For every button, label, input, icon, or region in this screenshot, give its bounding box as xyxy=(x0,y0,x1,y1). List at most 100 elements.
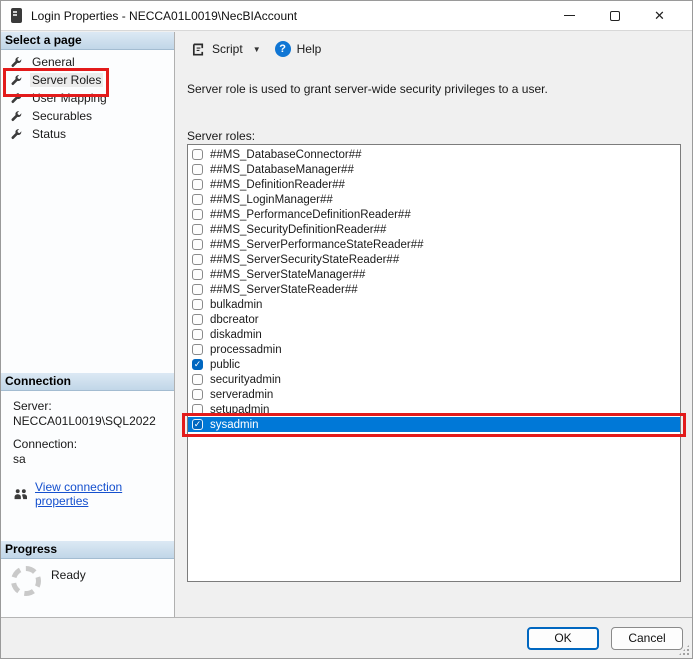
main-panel: Script ▼ ? Help Server role is used to g… xyxy=(175,32,692,617)
dialog-body: Select a page General Server Roles User xyxy=(1,32,692,617)
sidebar-page-label: User Mapping xyxy=(30,91,109,105)
role-label: setupadmin xyxy=(210,404,269,416)
check-icon: ✓ xyxy=(194,420,202,429)
help-label: Help xyxy=(297,42,322,56)
role-checkbox[interactable]: ✓ xyxy=(192,149,203,160)
sidebar-page-item[interactable]: Securables xyxy=(1,107,174,125)
wrench-icon xyxy=(10,56,23,69)
sidebar-page-label: General xyxy=(30,55,77,69)
connection-section: Connection Server: NECCA01L0019\SQL2022 … xyxy=(1,373,174,508)
maximize-button[interactable] xyxy=(592,2,637,30)
sidebar-page-label: Server Roles xyxy=(30,73,103,87)
login-properties-dialog: Login Properties - NECCA01L0019\NecBIAcc… xyxy=(0,0,693,659)
role-label: processadmin xyxy=(210,344,282,356)
chevron-down-icon[interactable]: ▼ xyxy=(253,45,261,54)
role-label: securityadmin xyxy=(210,374,281,386)
wrench-icon xyxy=(10,92,23,105)
page-description: Server role is used to grant server-wide… xyxy=(187,82,680,96)
server-role-row[interactable]: ✓ diskadmin xyxy=(188,327,680,342)
server-label: Server: xyxy=(13,399,174,413)
role-checkbox[interactable]: ✓ xyxy=(192,194,203,205)
sidebar-page-item[interactable]: Server Roles xyxy=(1,71,174,89)
sidebar-page-item[interactable]: User Mapping xyxy=(1,89,174,107)
window-controls: ✕ xyxy=(547,2,682,30)
role-checkbox[interactable]: ✓ xyxy=(192,224,203,235)
server-roles-label: Server roles: xyxy=(187,129,255,143)
role-label: public xyxy=(210,359,240,371)
view-connection-properties-link[interactable]: View connection properties xyxy=(35,480,174,508)
role-label: sysadmin xyxy=(210,419,259,431)
server-role-row[interactable]: ✓ ##MS_DatabaseManager## xyxy=(188,162,680,177)
progress-section: Progress Ready xyxy=(1,541,174,596)
server-role-row[interactable]: ✓ dbcreator xyxy=(188,312,680,327)
sidebar-page-label: Securables xyxy=(30,109,94,123)
role-label: ##MS_DatabaseManager## xyxy=(210,164,354,176)
wrench-icon xyxy=(10,110,23,123)
connection-label: Connection: xyxy=(13,437,174,451)
server-role-row[interactable]: ✓ ##MS_ServerPerformanceStateReader## xyxy=(188,237,680,252)
role-label: ##MS_SecurityDefinitionReader## xyxy=(210,224,386,236)
role-label: serveradmin xyxy=(210,389,273,401)
role-checkbox[interactable]: ✓ xyxy=(192,389,203,400)
server-role-row[interactable]: ✓ ##MS_DatabaseConnector## xyxy=(188,147,680,162)
role-checkbox[interactable]: ✓ xyxy=(192,314,203,325)
server-role-row[interactable]: ✓ securityadmin xyxy=(188,372,680,387)
server-role-row[interactable]: ✓ setupadmin xyxy=(188,402,680,417)
role-label: ##MS_ServerSecurityStateReader## xyxy=(210,254,399,266)
role-checkbox[interactable]: ✓ xyxy=(192,374,203,385)
close-button[interactable]: ✕ xyxy=(637,2,682,30)
role-checkbox[interactable]: ✓ xyxy=(192,404,203,415)
server-role-row[interactable]: ✓ ##MS_PerformanceDefinitionReader## xyxy=(188,207,680,222)
ok-button[interactable]: OK xyxy=(527,627,599,650)
server-role-row[interactable]: ✓ public xyxy=(188,357,680,372)
role-checkbox[interactable]: ✓ xyxy=(192,359,203,370)
server-role-row[interactable]: ✓ ##MS_ServerStateReader## xyxy=(188,282,680,297)
server-role-row[interactable]: ✓ ##MS_ServerStateManager## xyxy=(188,267,680,282)
server-role-row[interactable]: ✓ sysadmin xyxy=(188,417,680,432)
role-checkbox[interactable]: ✓ xyxy=(192,419,203,430)
role-checkbox[interactable]: ✓ xyxy=(192,284,203,295)
wrench-icon xyxy=(10,74,23,87)
minimize-button[interactable] xyxy=(547,2,592,30)
window-title: Login Properties - NECCA01L0019\NecBIAcc… xyxy=(31,9,297,23)
help-icon: ? xyxy=(275,41,291,57)
footer-bar: OK Cancel xyxy=(1,617,692,658)
role-checkbox[interactable]: ✓ xyxy=(192,299,203,310)
help-button[interactable]: ? Help xyxy=(268,37,329,61)
sidebar-page-label: Status xyxy=(30,127,68,141)
role-checkbox[interactable]: ✓ xyxy=(192,179,203,190)
sidebar-page-item[interactable]: General xyxy=(1,53,174,71)
server-role-row[interactable]: ✓ ##MS_LoginManager## xyxy=(188,192,680,207)
server-role-row[interactable]: ✓ ##MS_ServerSecurityStateReader## xyxy=(188,252,680,267)
server-login-icon xyxy=(11,8,22,23)
connection-value: sa xyxy=(13,452,174,466)
role-checkbox[interactable]: ✓ xyxy=(192,164,203,175)
server-value: NECCA01L0019\SQL2022 xyxy=(13,414,174,428)
server-role-row[interactable]: ✓ processadmin xyxy=(188,342,680,357)
script-icon xyxy=(191,42,206,57)
script-button[interactable]: Script ▼ xyxy=(184,38,268,61)
role-checkbox[interactable]: ✓ xyxy=(192,329,203,340)
server-role-row[interactable]: ✓ ##MS_SecurityDefinitionReader## xyxy=(188,222,680,237)
role-label: diskadmin xyxy=(210,329,262,341)
select-a-page-header: Select a page xyxy=(1,32,174,50)
role-checkbox[interactable]: ✓ xyxy=(192,239,203,250)
role-checkbox[interactable]: ✓ xyxy=(192,269,203,280)
server-role-row[interactable]: ✓ serveradmin xyxy=(188,387,680,402)
server-role-row[interactable]: ✓ ##MS_DefinitionReader## xyxy=(188,177,680,192)
sidebar-page-item[interactable]: Status xyxy=(1,125,174,143)
role-label: dbcreator xyxy=(210,314,259,326)
minimize-icon xyxy=(564,15,575,16)
sidebar: Select a page General Server Roles User xyxy=(1,32,175,617)
page-nav: General Server Roles User Mapping Secu xyxy=(1,50,174,143)
server-roles-list[interactable]: ✓ ##MS_DatabaseConnector## ✓ ##MS_Databa… xyxy=(187,144,681,582)
connection-header: Connection xyxy=(1,373,174,391)
server-role-row[interactable]: ✓ bulkadmin xyxy=(188,297,680,312)
role-checkbox[interactable]: ✓ xyxy=(192,344,203,355)
role-checkbox[interactable]: ✓ xyxy=(192,209,203,220)
connection-properties-icon xyxy=(13,488,28,501)
cancel-button[interactable]: Cancel xyxy=(611,627,683,650)
role-checkbox[interactable]: ✓ xyxy=(192,254,203,265)
role-label: ##MS_DatabaseConnector## xyxy=(210,149,362,161)
check-icon: ✓ xyxy=(194,360,202,369)
